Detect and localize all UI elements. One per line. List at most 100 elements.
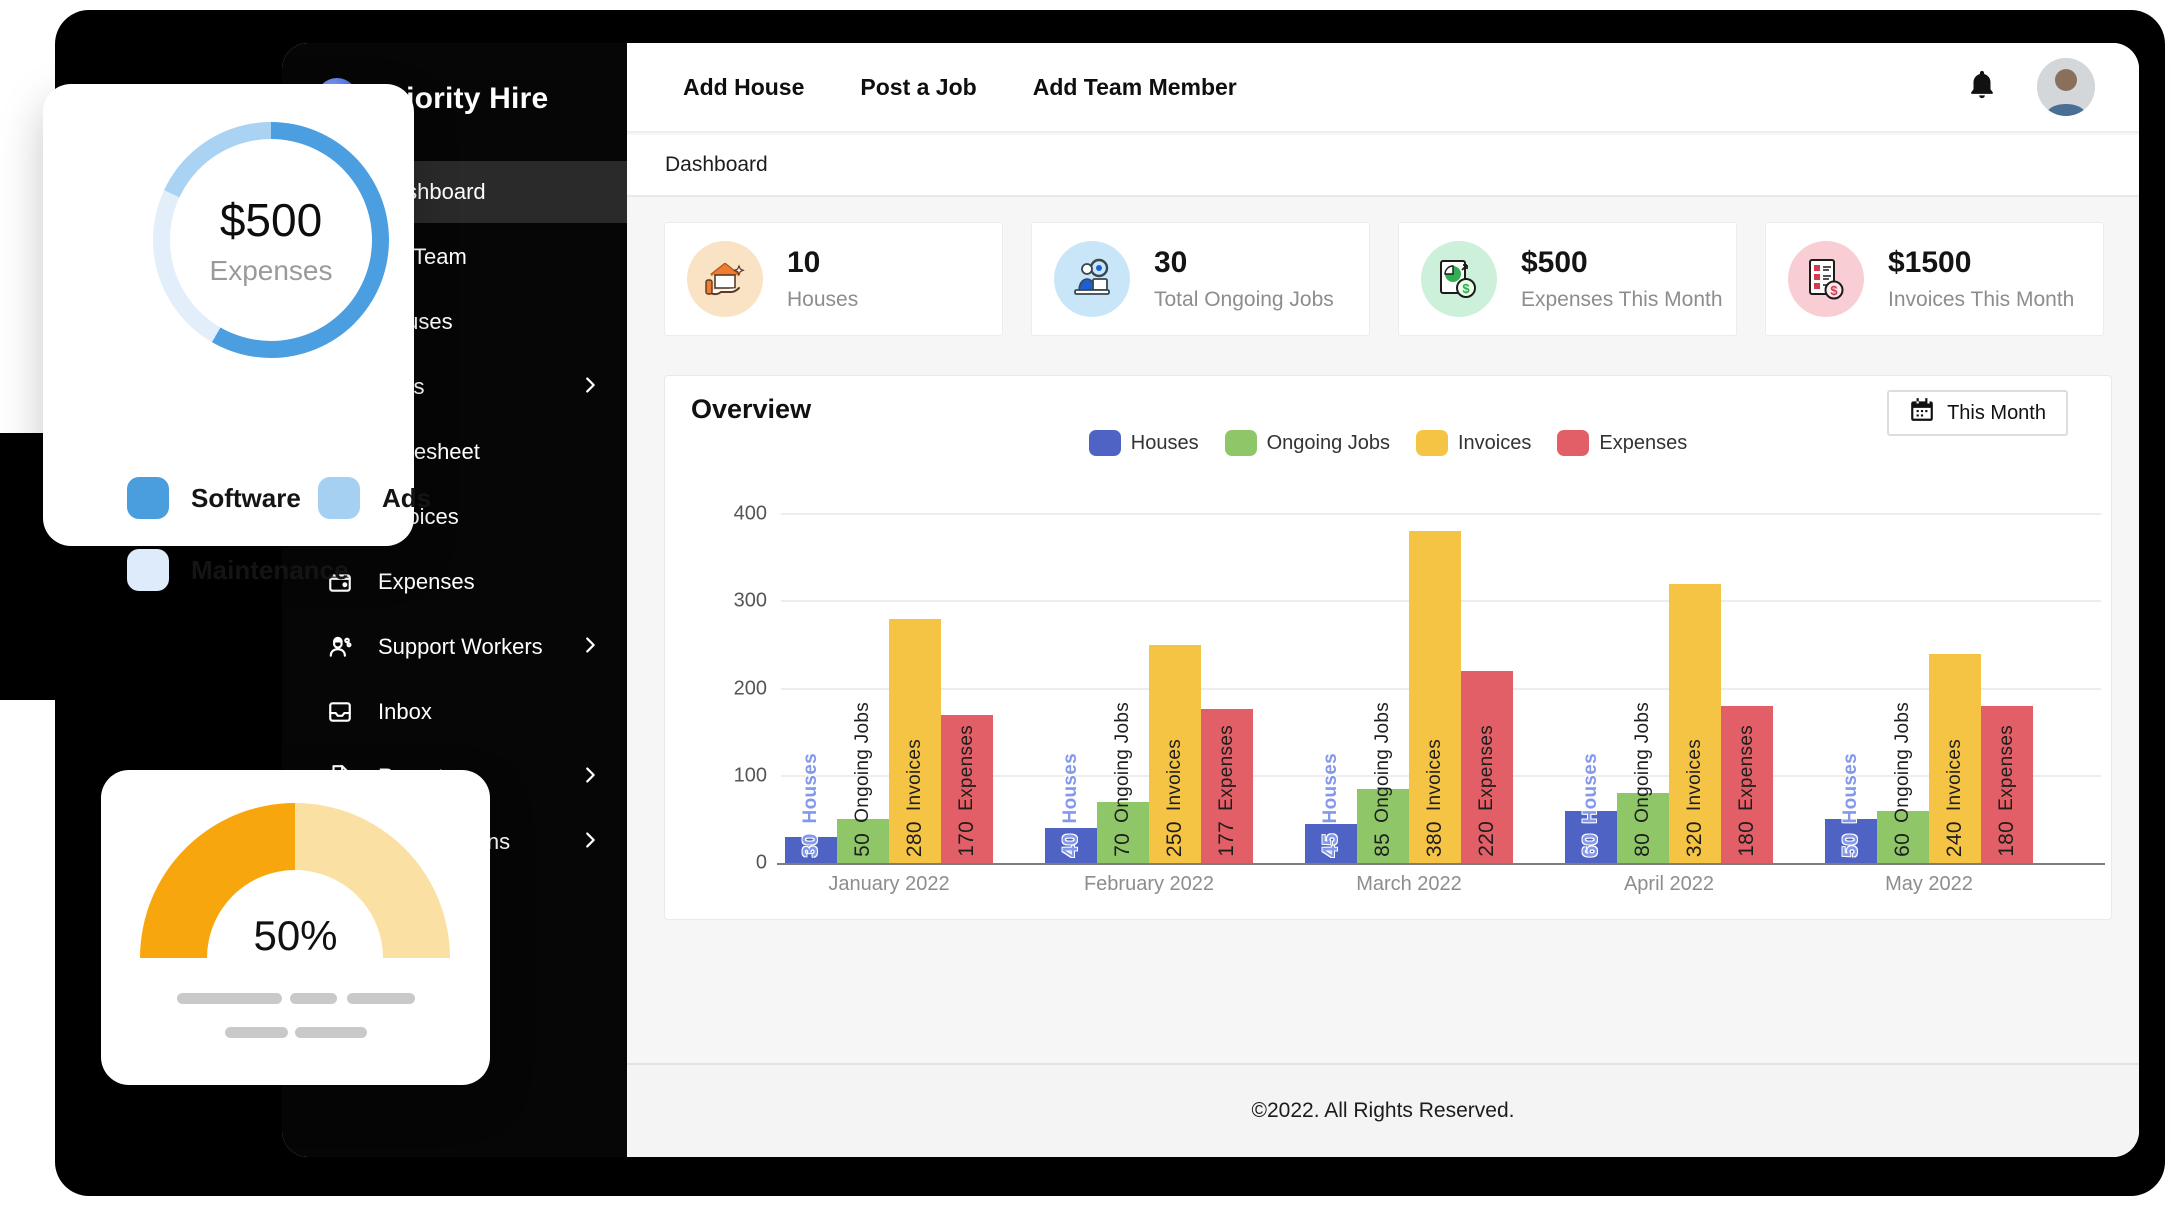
sidebar-item-label: Expenses [378,569,475,595]
bar-data-label: 180Expenses [1995,725,2019,857]
bar-data-label: 320Invoices [1683,739,1707,857]
bar-data-label: 45Houses [1319,753,1343,857]
bar-data-label: 240Invoices [1943,739,1967,857]
donut-legend-swatch [318,477,360,519]
bar-data-label: 50Houses [1839,753,1863,857]
x-axis-line [777,863,2105,865]
worker-icon [326,633,354,661]
svg-text:$: $ [1462,281,1470,296]
bar-group-may-2022: 50Houses 60Ongoing Jobs 240Invoices 180Expe… [1825,514,2033,863]
breadcrumb-bar: Dashboard [627,135,2139,197]
stat-label: Total Ongoing Jobs [1154,288,1334,312]
stat-value: $500 [1521,246,1723,280]
bar-data-label: 180Expenses [1735,725,1759,857]
donut-label: Expenses [210,255,333,287]
legend-item-ongoing-jobs[interactable]: Ongoing Jobs [1225,430,1390,456]
bar-data-label: 50Ongoing Jobs [851,702,875,857]
bar-data-label: 380Invoices [1423,739,1447,857]
svg-text:$: $ [1830,283,1838,298]
donut-legend-item-ads: Ads [318,477,431,519]
bar-group-april-2022: 60Houses 80Ongoing Jobs 320Invoices 180Expe… [1565,514,1773,863]
chevron-right-icon [579,829,601,857]
expenses-donut-card: $500 Expenses SoftwareAdsMaintenance [43,84,414,546]
bar-data-label: 280Invoices [903,739,927,857]
chart-title: Overview [691,394,811,425]
y-axis-tick: 400 [734,503,767,526]
sidebar-item-support-workers[interactable]: Support Workers [282,616,627,678]
calendar-icon [1909,397,1935,429]
y-axis-tick: 100 [734,764,767,787]
app-footer: ©2022. All Rights Reserved. [627,1063,2139,1157]
stat-card-houses: 10 Houses [664,222,1003,336]
chevron-right-icon [579,764,601,792]
bar-data-label: 170Expenses [955,725,979,857]
nav-link-add-team-member[interactable]: Add Team Member [1033,74,1237,101]
stat-text: $1500Invoices This Month [1888,246,2074,312]
bar-group-march-2022: 45Houses 85Ongoing Jobs 380Invoices 220Expe… [1305,514,1513,863]
stat-label: Houses [787,288,858,312]
chart-plot-area: 010020030040030Houses50Ongoing Jobs280In… [781,514,2101,863]
bar-data-label: 220Expenses [1475,725,1499,857]
stat-value: 10 [787,246,858,280]
bar-data-label: 85Ongoing Jobs [1371,702,1395,857]
legend-item-expenses[interactable]: Expenses [1557,430,1687,456]
skeleton-line [225,1027,288,1038]
donut-center: $500 Expenses [153,122,389,358]
legend-swatch [1089,430,1121,456]
donut-legend-label: Software [191,483,301,514]
sidebar-item-inbox[interactable]: Inbox [282,681,627,743]
donut-legend-label: Maintenance [191,555,349,586]
sidebar-item-label: Support Workers [378,634,543,660]
overview-chart-card: Overview This Month Houses Ongoing Jobs In… [664,375,2112,920]
stat-label: Invoices This Month [1888,288,2074,312]
house-hand-icon [687,241,763,317]
stat-card-total-ongoing-jobs: 30Total Ongoing Jobs [1031,222,1370,336]
skeleton-line [290,993,337,1004]
x-axis-category-label: May 2022 [1825,873,2033,896]
breadcrumb[interactable]: Dashboard [665,153,768,177]
nav-link-add-house[interactable]: Add House [683,74,804,101]
user-avatar[interactable] [2037,58,2095,116]
bar-data-label: 60Houses [1579,753,1603,857]
notification-bell-icon[interactable] [1965,67,1999,108]
y-axis-tick: 200 [734,677,767,700]
legend-item-invoices[interactable]: Invoices [1416,430,1531,456]
stat-label: Expenses This Month [1521,288,1723,312]
chevron-right-icon [579,634,601,662]
skeleton-line [347,993,415,1004]
bar-data-label: 250Invoices [1163,739,1187,857]
gauge-value: 50% [101,912,490,960]
copyright-text: ©2022. All Rights Reserved. [1252,1099,1515,1123]
bar-data-label: 70Ongoing Jobs [1111,702,1135,857]
x-axis-category-label: January 2022 [785,873,993,896]
stat-card-expenses-this-month: $ $500 Expenses This Month [1398,222,1737,336]
legend-label: Ongoing Jobs [1267,432,1390,455]
invoice-dollar-icon: $ [1788,241,1864,317]
donut-legend-item-maintenance: Maintenance [127,549,349,591]
nav-link-post-a-job[interactable]: Post a Job [860,74,976,101]
legend-swatch [1557,430,1589,456]
donut-legend-label: Ads [382,483,431,514]
bar-data-label: 80Ongoing Jobs [1631,702,1655,857]
legend-swatch [1225,430,1257,456]
skeleton-line [295,1027,367,1038]
x-axis-category-label: April 2022 [1565,873,1773,896]
legend-label: Houses [1131,432,1199,455]
x-axis-category-label: March 2022 [1305,873,1513,896]
top-nav: Add House Post a Job Add Team Member [627,43,2139,133]
time-filter-label: This Month [1947,402,2046,425]
nav-links: Add House Post a Job Add Team Member [683,74,1237,101]
stat-text: 10 Houses [787,246,858,312]
nav-right [1965,43,2095,131]
legend-label: Invoices [1458,432,1531,455]
app-window: Priority Hire DashboardMy TeamHousesJobs… [282,43,2139,1157]
bar-data-label: 60Ongoing Jobs [1891,702,1915,857]
y-axis-tick: 300 [734,590,767,613]
chevron-right-icon [579,374,601,402]
chart-legend: Houses Ongoing Jobs Invoices Expenses [665,430,2111,456]
legend-item-houses[interactable]: Houses [1089,430,1199,456]
donut-legend-item-software: Software [127,477,301,519]
worker-desk-icon [1054,241,1130,317]
screenshot-canvas: Priority Hire DashboardMy TeamHousesJobs… [0,0,2178,1207]
bar-group-february-2022: 40Houses70Ongoing Jobs250Invoices177Expe… [1045,514,1253,863]
